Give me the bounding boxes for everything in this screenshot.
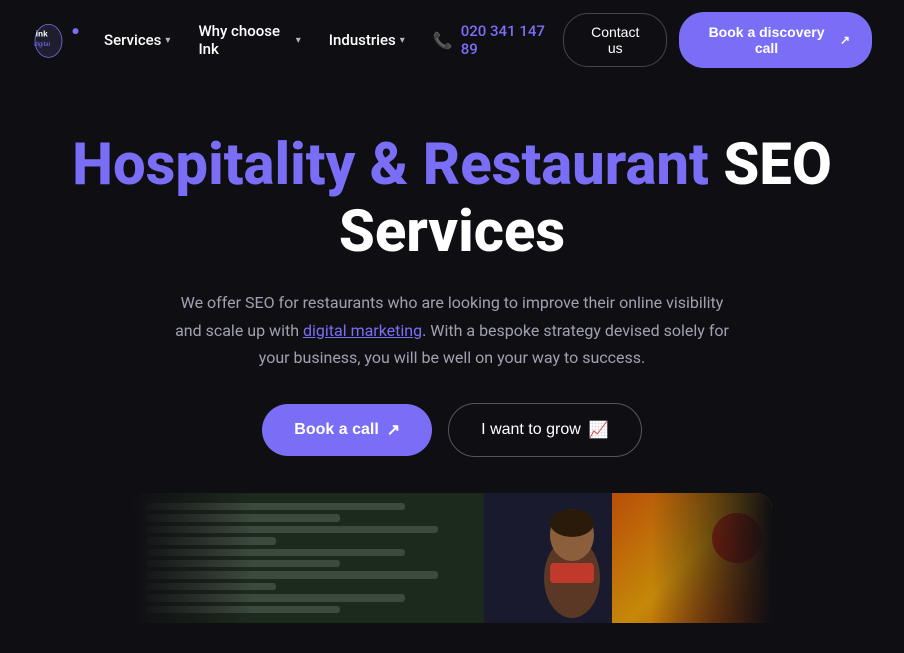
nav-phone[interactable]: 📞 020 341 147 89 bbox=[421, 14, 564, 66]
chalk-line bbox=[146, 606, 340, 613]
arrow-icon: ↗ bbox=[387, 420, 400, 440]
nav-links: Services ▾ Why choose Ink ▾ Industries ▾… bbox=[92, 14, 563, 66]
chevron-down-icon: ▾ bbox=[400, 35, 405, 46]
chalk-line bbox=[146, 537, 276, 544]
nav-services[interactable]: Services ▾ bbox=[92, 23, 182, 57]
restaurant-scene bbox=[132, 493, 772, 623]
logo[interactable]: ink digital bbox=[32, 18, 92, 63]
navbar: ink digital Services ▾ Why choose Ink ▾ … bbox=[0, 0, 904, 80]
chalk-line bbox=[146, 583, 276, 590]
hero-subtitle: We offer SEO for restaurants who are loo… bbox=[172, 289, 732, 371]
grow-button[interactable]: I want to grow 📈 bbox=[448, 403, 642, 457]
chalk-line bbox=[146, 560, 340, 567]
chalk-line bbox=[146, 526, 438, 533]
restaurant-sign bbox=[612, 493, 772, 623]
svg-text:ink: ink bbox=[36, 29, 48, 38]
phone-icon: 📞 bbox=[433, 31, 453, 50]
hero-section: Hospitality & Restaurant SEO Services We… bbox=[0, 80, 904, 653]
nav-industries[interactable]: Industries ▾ bbox=[317, 23, 417, 57]
contact-button[interactable]: Contact us bbox=[563, 13, 667, 67]
hero-buttons: Book a call ↗ I want to grow 📈 bbox=[20, 403, 884, 457]
book-call-button[interactable]: Book a call ↗ bbox=[262, 404, 432, 456]
hero-image bbox=[20, 493, 884, 623]
chalk-line bbox=[146, 594, 405, 601]
chalk-line bbox=[146, 571, 438, 578]
nav-actions: Contact us Book a discovery call ↗ bbox=[563, 12, 872, 68]
chalk-line bbox=[146, 514, 340, 521]
sign-decoration bbox=[712, 513, 762, 563]
chevron-down-icon: ▾ bbox=[165, 35, 170, 46]
digital-marketing-link[interactable]: digital marketing bbox=[303, 321, 422, 340]
external-link-icon: ↗ bbox=[840, 33, 850, 47]
hero-image-background bbox=[132, 493, 772, 623]
chevron-down-icon: ▾ bbox=[296, 35, 301, 46]
chalkboard-menu bbox=[132, 493, 484, 623]
discovery-call-button[interactable]: Book a discovery call ↗ bbox=[679, 12, 872, 68]
chart-icon: 📈 bbox=[589, 420, 609, 440]
chalk-line bbox=[146, 549, 405, 556]
hero-title: Hospitality & Restaurant SEO Services bbox=[20, 132, 884, 265]
svg-text:digital: digital bbox=[34, 42, 50, 48]
chalk-line bbox=[146, 503, 405, 510]
nav-choose-ink[interactable]: Why choose Ink ▾ bbox=[186, 14, 312, 66]
